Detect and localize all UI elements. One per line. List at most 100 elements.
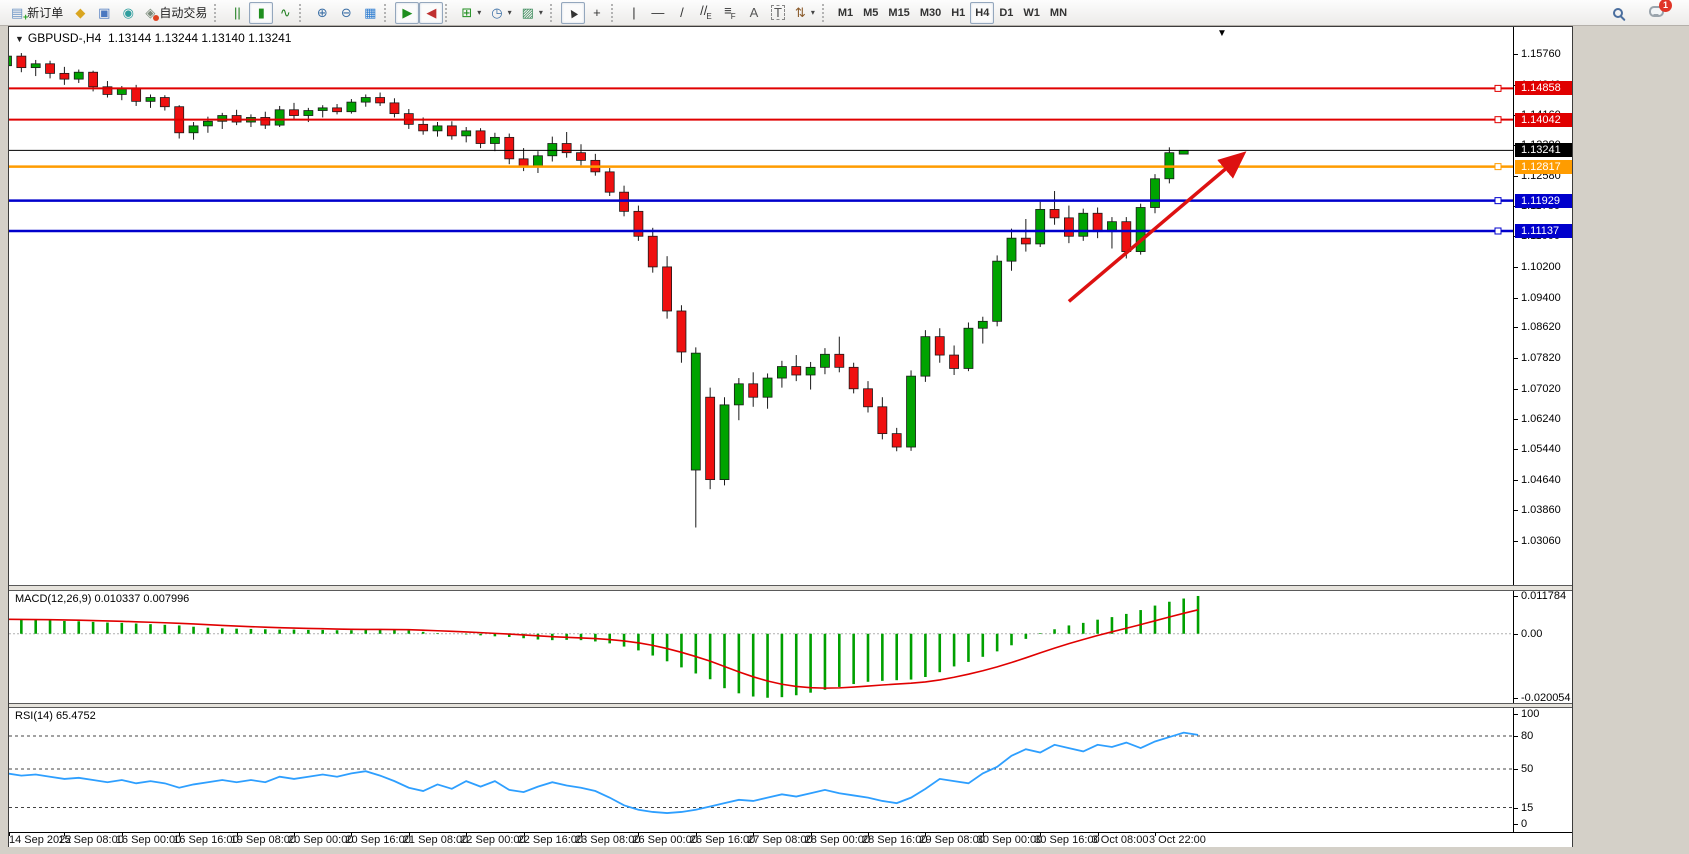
axis-tick bbox=[1514, 769, 1518, 770]
tile-windows-button[interactable]: ▦ bbox=[358, 2, 382, 24]
dropdown-caret-icon[interactable]: ▾ bbox=[508, 8, 512, 17]
chart-area[interactable]: ▼GBPUSD-,H4 1.13144 1.13244 1.13140 1.13… bbox=[9, 27, 1514, 832]
last-bar-shift-marker[interactable]: ▼ bbox=[1217, 28, 1227, 39]
date-label: 23 Sep 08:00 bbox=[575, 834, 640, 846]
new-order-button-label: 新订单 bbox=[27, 4, 63, 21]
timeframe-m1[interactable]: M1 bbox=[833, 2, 858, 24]
axis-tick bbox=[1514, 176, 1518, 177]
axis-tick-label: 1.03060 bbox=[1521, 535, 1561, 547]
axis-tick-label: 80 bbox=[1521, 730, 1533, 742]
axis-tick-label: 1.08620 bbox=[1521, 321, 1561, 333]
zoom-in-icon: ⊕ bbox=[317, 6, 328, 19]
timeframe-m15[interactable]: M15 bbox=[883, 2, 914, 24]
date-label: 20 Sep 16:00 bbox=[345, 834, 410, 846]
level-price-label: 1.12817 bbox=[1515, 160, 1572, 174]
new-order-button[interactable]: ▤+新订单 bbox=[6, 2, 68, 24]
axis-tick-label: 1.09400 bbox=[1521, 292, 1561, 304]
toolbar-separator bbox=[299, 4, 304, 22]
trendline-button[interactable]: / bbox=[670, 2, 694, 24]
autotrading-icon: ◈ bbox=[145, 6, 155, 19]
fibonacci-button[interactable]: ≡F bbox=[718, 2, 742, 24]
axis-tick bbox=[1514, 327, 1518, 328]
dropdown-caret-icon[interactable]: ▾ bbox=[811, 8, 815, 17]
panel-separator[interactable] bbox=[9, 585, 1572, 591]
timeframe-mn[interactable]: MN bbox=[1045, 2, 1072, 24]
dropdown-caret-icon[interactable]: ▾ bbox=[477, 8, 481, 17]
autotrading-button[interactable]: ◈自动交易 bbox=[140, 2, 212, 24]
macd-chart-canvas[interactable] bbox=[9, 591, 1513, 703]
market-watch-icon: ▣ bbox=[98, 6, 110, 19]
date-label: 3 Oct 22:00 bbox=[1149, 834, 1206, 846]
axis-tick bbox=[1514, 480, 1518, 481]
tile-windows-icon: ▦ bbox=[364, 6, 376, 19]
periods-button[interactable]: ◷▾ bbox=[486, 2, 516, 24]
auto-scroll-button[interactable]: ▶ bbox=[395, 2, 419, 24]
price-chart-canvas[interactable] bbox=[9, 27, 1513, 585]
vertical-line-button[interactable]: | bbox=[622, 2, 646, 24]
timeframe-w1-label: W1 bbox=[1023, 7, 1040, 19]
text-icon: A bbox=[750, 6, 759, 19]
chart-shift-button[interactable]: ◀ bbox=[419, 2, 443, 24]
crosshair-button[interactable]: + bbox=[585, 2, 609, 24]
timeframe-h4[interactable]: H4 bbox=[970, 2, 994, 24]
cursor-button[interactable]: ▲ bbox=[561, 2, 585, 24]
current-price-label: 1.13241 bbox=[1515, 143, 1572, 157]
panel-separator[interactable] bbox=[9, 703, 1572, 708]
time-axis[interactable]: 14 Sep 202215 Sep 08:0016 Sep 00:0016 Se… bbox=[9, 832, 1572, 847]
arrows-button[interactable]: ⇅▾ bbox=[790, 2, 820, 24]
axis-tick bbox=[1514, 267, 1518, 268]
rsi-chart-canvas[interactable] bbox=[9, 708, 1513, 832]
timeframe-h1[interactable]: H1 bbox=[946, 2, 970, 24]
axis-tick bbox=[1514, 419, 1518, 420]
zoom-out-button[interactable]: ⊖ bbox=[334, 2, 358, 24]
search-button[interactable] bbox=[1606, 2, 1630, 24]
market-watch-button[interactable]: ▣ bbox=[92, 2, 116, 24]
axis-tick-label: 1.06240 bbox=[1521, 413, 1561, 425]
timeframe-w1[interactable]: W1 bbox=[1018, 2, 1045, 24]
symbol-period-label: GBPUSD-,H4 bbox=[28, 31, 101, 45]
equidistant-channel-button[interactable]: //E bbox=[694, 2, 718, 24]
axis-tick-label: 1.05440 bbox=[1521, 443, 1561, 455]
macd-signal-line bbox=[9, 610, 1198, 688]
date-label: 15 Sep 08:00 bbox=[58, 834, 123, 846]
timeframe-d1[interactable]: D1 bbox=[994, 2, 1018, 24]
axis-tick-label: 1.04640 bbox=[1521, 474, 1561, 486]
candlestick-chart-button[interactable]: ▮ bbox=[249, 2, 273, 24]
axis-tick bbox=[1514, 358, 1518, 359]
text-button[interactable]: A bbox=[742, 2, 766, 24]
signals-button[interactable]: ◉ bbox=[116, 2, 140, 24]
toolbar-separator bbox=[384, 4, 389, 22]
collapse-chart-icon[interactable]: ▼ bbox=[15, 34, 24, 44]
timeframe-m5[interactable]: M5 bbox=[858, 2, 883, 24]
axis-tick bbox=[1514, 596, 1518, 597]
level-price-label: 1.11137 bbox=[1515, 224, 1572, 238]
templates-icon: ▨ bbox=[522, 6, 534, 19]
indicators-button[interactable]: ⊞▾ bbox=[456, 2, 486, 24]
axis-tick-label: 100 bbox=[1521, 708, 1539, 720]
bar-chart-button[interactable]: || bbox=[225, 2, 249, 24]
templates-button[interactable]: ▨▾ bbox=[517, 2, 548, 24]
date-label: 22 Sep 00:00 bbox=[460, 834, 525, 846]
axis-tick-label: 0 bbox=[1521, 818, 1527, 830]
date-label: 21 Sep 08:00 bbox=[403, 834, 468, 846]
timeframe-h4-label: H4 bbox=[975, 7, 989, 19]
chart-window: ▼GBPUSD-,H4 1.13144 1.13244 1.13140 1.13… bbox=[8, 26, 1573, 847]
horizontal-line-button[interactable]: — bbox=[646, 2, 670, 24]
timeframe-m1-label: M1 bbox=[838, 7, 853, 19]
zoom-in-button[interactable]: ⊕ bbox=[310, 2, 334, 24]
zoom-out-icon: ⊖ bbox=[341, 6, 352, 19]
axis-tick-label: 15 bbox=[1521, 802, 1533, 814]
date-label: 20 Sep 00:00 bbox=[288, 834, 353, 846]
toolbar-separator bbox=[550, 4, 555, 22]
axis-tick-label: 50 bbox=[1521, 763, 1533, 775]
price-axis[interactable]: 1.157601.149401.141601.133801.125801.117… bbox=[1513, 27, 1572, 832]
search-icon bbox=[1613, 8, 1623, 18]
horizontal-line-icon: — bbox=[651, 6, 664, 19]
chat-button[interactable]: 1 bbox=[1644, 2, 1669, 24]
signals-icon: ◉ bbox=[123, 6, 134, 19]
metaeditor-button[interactable]: ◆ bbox=[68, 2, 92, 24]
text-label-button[interactable]: T bbox=[766, 2, 790, 24]
timeframe-m30[interactable]: M30 bbox=[915, 2, 946, 24]
line-chart-button[interactable]: ∿ bbox=[273, 2, 297, 24]
dropdown-caret-icon[interactable]: ▾ bbox=[539, 8, 543, 17]
